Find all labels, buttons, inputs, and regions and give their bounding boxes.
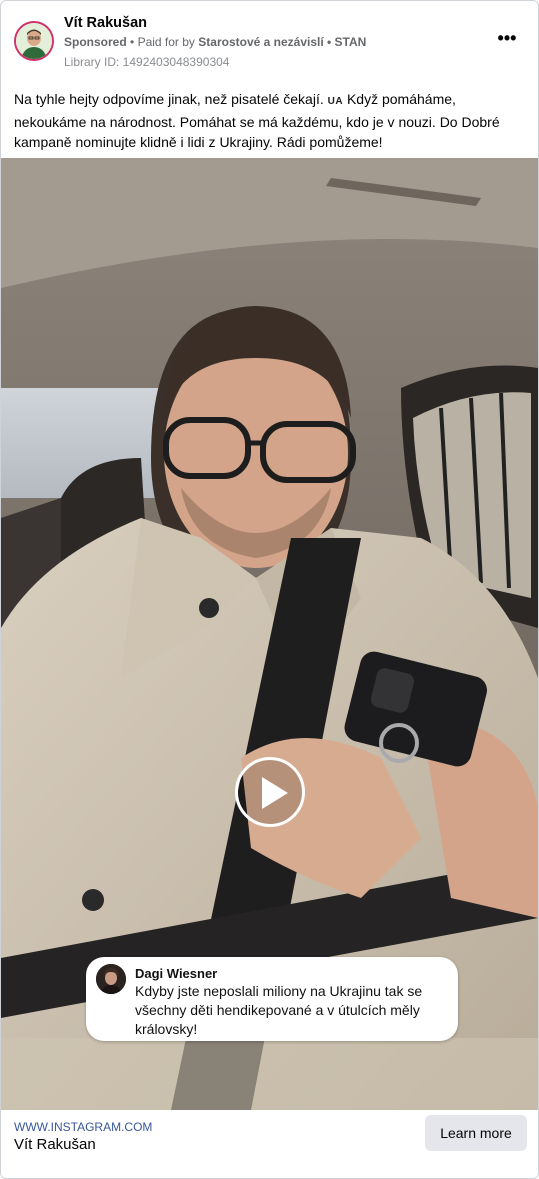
link-title[interactable]: Vít Rakušan	[14, 1136, 96, 1153]
sponsored-line: Sponsored • Paid for by Starostové a nez…	[64, 35, 366, 49]
comment-bubble: Dagi Wiesner Kdyby jste neposlali milion…	[86, 957, 458, 1041]
sponsored-label: Sponsored	[64, 35, 127, 49]
video-player[interactable]: Dagi Wiesner Kdyby jste neposlali milion…	[1, 158, 538, 1110]
learn-more-button[interactable]: Learn more	[425, 1115, 527, 1151]
commenter-name: Dagi Wiesner	[135, 966, 218, 981]
play-icon	[262, 777, 288, 809]
link-footer[interactable]: WWW.INSTAGRAM.COM Vít Rakušan Learn more	[1, 1110, 538, 1178]
post-header: Vít Rakušan Sponsored • Paid for by Star…	[1, 1, 538, 77]
post-text: Na tyhle hejty odpovíme jinak, než pisat…	[14, 89, 526, 152]
post-text-part1: Na tyhle hejty odpovíme jinak, než pisat…	[14, 91, 324, 107]
link-url[interactable]: WWW.INSTAGRAM.COM	[14, 1120, 152, 1134]
more-options-icon[interactable]: •••	[493, 29, 521, 53]
ad-card: Vít Rakušan Sponsored • Paid for by Star…	[0, 0, 539, 1179]
avatar-photo	[16, 23, 52, 59]
library-id: Library ID: 1492403048390304	[64, 55, 230, 69]
comment-text: Kdyby jste neposlali miliony na Ukrajinu…	[135, 983, 423, 1037]
paid-for-org[interactable]: Starostové a nezávislí • STAN	[198, 35, 366, 49]
ua-flag-tag: UA	[327, 96, 344, 107]
paid-for-prefix: Paid for by	[137, 35, 195, 49]
author-avatar[interactable]	[14, 21, 54, 61]
commenter-avatar	[96, 964, 126, 994]
author-name[interactable]: Vít Rakušan	[64, 15, 147, 31]
separator-dot: •	[130, 35, 135, 49]
play-button[interactable]	[235, 757, 305, 827]
